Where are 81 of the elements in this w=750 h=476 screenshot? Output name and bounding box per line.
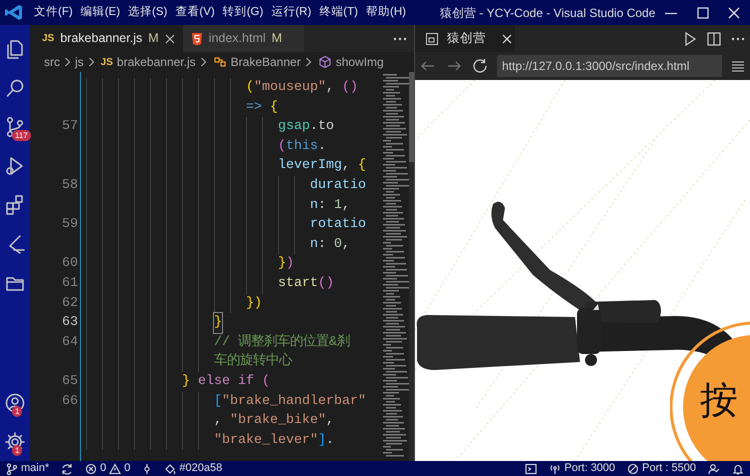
js-file-icon: JS	[100, 54, 113, 70]
code-line: , "brake_bike",	[214, 412, 334, 430]
code-line: }	[214, 313, 222, 333]
chevron-icon	[200, 57, 207, 67]
menu-item[interactable]: 运行(R)	[267, 4, 316, 22]
port-label[interactable]: Port : 5500	[642, 460, 696, 476]
line-number: 63	[62, 315, 78, 330]
menu-item[interactable]: 查看(V)	[171, 4, 219, 22]
menu-item[interactable]: 编辑(E)	[76, 4, 124, 22]
branch-icon[interactable]	[6, 462, 18, 474]
line-number: 58	[62, 178, 78, 193]
warning-icon[interactable]	[109, 462, 122, 474]
code-line: 车的旋转中心	[214, 352, 292, 372]
editor-tab[interactable]: index.html M	[182, 25, 304, 52]
line-number: 61	[62, 276, 78, 291]
menu-item[interactable]: 帮助(H)	[362, 4, 410, 22]
breadcrumb-item[interactable]: src	[44, 53, 60, 71]
editor-tab[interactable]: JS brakebanner.js M	[30, 25, 183, 52]
code-line: "brake_lever"].	[214, 432, 334, 450]
class-icon	[212, 55, 227, 69]
error-icon[interactable]	[85, 462, 98, 474]
preview-icon	[425, 32, 439, 46]
close-icon[interactable]	[502, 34, 512, 44]
js-file-icon: JS	[42, 31, 54, 46]
line-number: 60	[62, 256, 78, 272]
code-line: n: 1,	[310, 196, 350, 215]
notification-badge: 117	[12, 130, 31, 141]
sync-icon[interactable]	[61, 462, 74, 474]
cube-icon	[318, 55, 332, 69]
paint-bucket-icon[interactable]	[164, 462, 176, 474]
blocked-icon[interactable]	[627, 462, 640, 474]
line-number: 59	[62, 217, 78, 232]
preview-tab[interactable]: 猿创营	[415, 25, 515, 52]
code-line: ["brake_handlerbar"	[214, 392, 366, 410]
code-line: n: 0,	[310, 236, 350, 254]
code-line: })	[278, 255, 294, 274]
code-line: (this.	[278, 138, 326, 156]
line-number: 64	[62, 334, 78, 350]
code-line: leverImg, {	[278, 157, 366, 176]
html-file-icon	[190, 32, 203, 46]
menu-item[interactable]: 终端(T)	[315, 4, 362, 22]
reload-icon[interactable]	[471, 57, 489, 75]
code-line: gsap.to	[278, 118, 334, 136]
line-number: 65	[62, 374, 78, 389]
menu-item[interactable]: 文件(F)	[30, 4, 77, 22]
bell-icon[interactable]	[732, 462, 744, 474]
broadcast-icon[interactable]	[549, 462, 562, 474]
line-number: 66	[62, 394, 78, 408]
notification-badge: 1	[12, 445, 22, 456]
warning-count[interactable]: 0	[124, 460, 130, 476]
code-line: // 调整刹车的位置&刹	[214, 332, 350, 352]
code-line: duratio	[310, 176, 366, 195]
chevron-icon	[88, 57, 95, 67]
notification-badge: 1	[12, 406, 22, 417]
feedback-icon[interactable]	[708, 462, 720, 474]
url-field[interactable]: http://127.0.0.1:3000/src/index.html	[497, 55, 722, 77]
scrollbar-thumb[interactable]	[409, 72, 414, 162]
code-line: })	[246, 294, 262, 313]
window-title: 猿创营 - YCY-Code - Visual Studio Code	[440, 4, 656, 22]
code-line: rotatio	[310, 216, 366, 234]
code-line: => {	[246, 98, 278, 117]
breadcrumb-item[interactable]: brakebanner.js	[116, 53, 196, 71]
code-line: ("mouseup", ()	[246, 79, 358, 97]
chevron-icon	[304, 57, 312, 67]
menu-item[interactable]: 选择(S)	[124, 4, 172, 22]
breadcrumb-item[interactable]: showImg	[336, 53, 384, 71]
breadcrumb-item[interactable]: js	[75, 53, 84, 71]
menu-item[interactable]: 转到(G)	[218, 4, 268, 22]
code-line: } else if (	[182, 372, 270, 391]
error-count[interactable]: 0	[100, 460, 106, 476]
port-label[interactable]: Port: 3000	[564, 460, 616, 476]
code-line: start()	[278, 274, 334, 293]
branch-name[interactable]: main*	[21, 460, 50, 476]
breadcrumb-item[interactable]: BrakeBanner	[230, 53, 301, 71]
color-label[interactable]: #020a58	[179, 460, 222, 476]
close-icon[interactable]	[164, 34, 175, 44]
line-number: 62	[62, 296, 78, 311]
commit-icon[interactable]	[142, 462, 152, 474]
chevron-icon	[64, 57, 71, 67]
line-number: 57	[62, 119, 78, 134]
terminal-icon[interactable]	[525, 462, 538, 474]
